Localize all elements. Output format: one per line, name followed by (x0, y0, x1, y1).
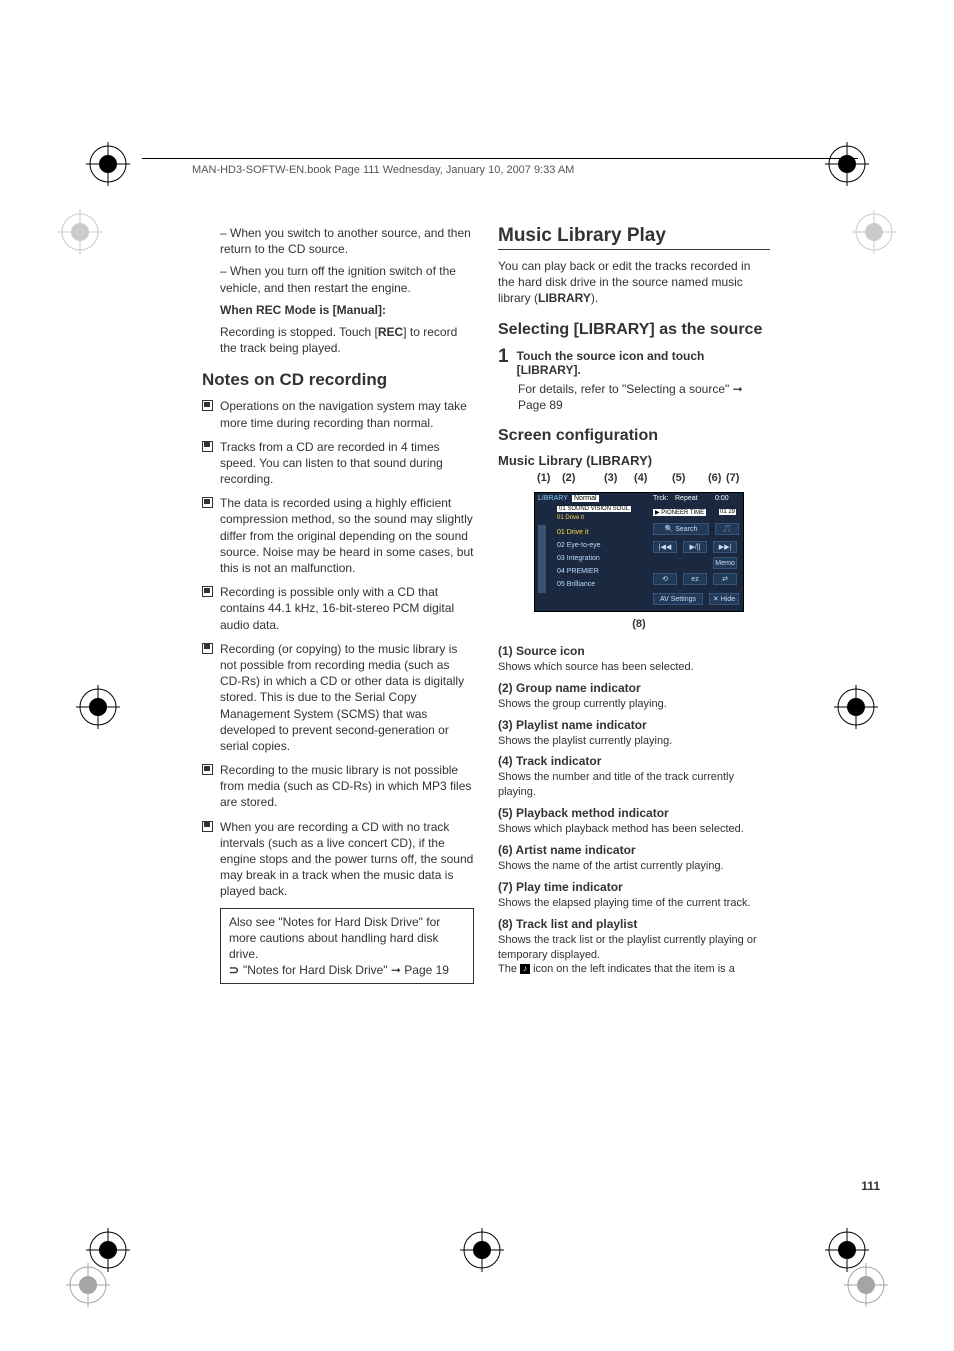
step: 1 Touch the source icon and touch [LIBRA… (498, 347, 770, 377)
page-content: – When you switch to another source, and… (180, 225, 880, 1175)
track-row[interactable]: 03 Integration (557, 555, 600, 562)
item-text: Shows which source has been selected. (498, 660, 770, 675)
callout-label: (5) (672, 472, 685, 484)
registration-mark-icon (86, 142, 130, 186)
list-item: Recording to the music library is not po… (202, 762, 474, 811)
callout-label: (8) (534, 618, 744, 630)
hide-button[interactable]: ✕ Hide (709, 593, 739, 605)
list-item: Operations on the navigation system may … (202, 398, 474, 430)
registration-mark-icon (76, 685, 120, 729)
page-number: 111 (861, 1179, 880, 1193)
group-name: 01 SOUND VISION SOUL (557, 506, 631, 512)
callout-label: (1) (537, 472, 550, 484)
info-crossref: "Notes for Hard Disk Drive" ➞ Page 19 (229, 962, 465, 978)
time-display: 0:00 (715, 495, 729, 502)
search-button[interactable]: 🔍 Search (653, 523, 709, 535)
section-heading: Music Library Play (498, 225, 770, 250)
running-header: MAN-HD3-SOFTW-EN.book Page 111 Wednesday… (192, 164, 574, 176)
track-mode: Repeat (675, 495, 698, 502)
item-heading: (5) Playback method indicator (498, 806, 770, 820)
registration-mark-icon (844, 1263, 888, 1307)
item-heading: (8) Track list and playlist (498, 917, 770, 931)
artist-caption: ▶ PIONEER TIME (653, 509, 706, 516)
track-count: 01 29 (719, 509, 736, 515)
next-button[interactable]: ▶▶| (713, 541, 737, 553)
item-text: Shows the playlist currently playing. (498, 734, 770, 749)
shuffle-button[interactable]: ⇄ (713, 573, 737, 585)
step-number: 1 (498, 347, 509, 377)
info-box: Also see "Notes for Hard Disk Drive" for… (220, 908, 474, 985)
item-heading: (1) Source icon (498, 644, 770, 658)
step-text: Touch the source icon and touch [LIBRARY… (517, 347, 770, 377)
list-item: Recording is possible only with a CD tha… (202, 584, 474, 633)
item-heading: (7) Play time indicator (498, 880, 770, 894)
scroll-up-icon[interactable] (538, 525, 546, 593)
list-item: Tracks from a CD are recorded in 4 times… (202, 439, 474, 488)
body-text-bold: When REC Mode is [Manual]: (220, 302, 474, 318)
item-text: Shows the number and title of the track … (498, 770, 770, 800)
memo-button[interactable]: Memo (713, 557, 737, 569)
ez-button[interactable]: ez (683, 573, 707, 585)
body-text: Recording is stopped. Touch [REC] to rec… (220, 324, 474, 356)
item-heading: (4) Track indicator (498, 754, 770, 768)
item-text: The ♪ icon on the left indicates that th… (498, 962, 770, 977)
source-label: LIBRARY (538, 495, 568, 502)
callout-label: (4) (634, 472, 647, 484)
playlist-name: 01 Drive it (557, 515, 584, 521)
body-text: You can play back or edit the tracks rec… (498, 258, 770, 307)
repeat-button[interactable]: ⟲ (653, 573, 677, 585)
right-column: Music Library Play You can play back or … (498, 225, 770, 977)
callout-label: (7) (726, 472, 739, 484)
item-text: Shows the name of the artist currently p… (498, 859, 770, 874)
section-heading: Notes on CD recording (202, 370, 474, 390)
track-row[interactable]: 04 PREMIER (557, 568, 599, 575)
item-heading: (6) Artist name indicator (498, 843, 770, 857)
subsection-heading: Screen configuration (498, 427, 770, 445)
step-sub: For details, refer to "Selecting a sourc… (518, 381, 770, 413)
track-caption: Trck: (653, 495, 668, 502)
prev-button[interactable]: |◀◀ (653, 541, 677, 553)
item-heading: (2) Group name indicator (498, 681, 770, 695)
list-item: Recording (or copying) to the music libr… (202, 641, 474, 754)
registration-mark-icon (66, 1263, 110, 1307)
item-text: Shows the track list or the playlist cur… (498, 933, 770, 963)
memo-indicator: 🎵 (715, 523, 739, 535)
item-text: Shows the group currently playing. (498, 697, 770, 712)
item-text: Shows which playback method has been sel… (498, 822, 770, 837)
subsection-heading: Selecting [LIBRARY] as the source (498, 321, 770, 339)
track-row[interactable]: 02 Eye-to-eye (557, 542, 601, 549)
figure-caption: Music Library (LIBRARY) (498, 453, 770, 468)
mode-label: Normal (572, 495, 599, 502)
item-heading: (3) Playlist name indicator (498, 718, 770, 732)
registration-mark-icon (460, 1228, 504, 1272)
registration-mark-icon (825, 142, 869, 186)
play-pause-button[interactable]: ▶/|| (683, 541, 707, 553)
body-text: – When you switch to another source, and… (220, 225, 474, 257)
registration-mark-icon (58, 210, 102, 254)
header-rule (142, 158, 858, 159)
bullet-list: Operations on the navigation system may … (202, 398, 474, 899)
item-text: Shows the elapsed playing time of the cu… (498, 896, 770, 911)
note-icon: ♪ (520, 964, 530, 974)
av-settings-button[interactable]: AV Settings (653, 593, 703, 605)
callout-label: (3) (604, 472, 617, 484)
callout-row: (1) (2) (3) (4) (5) (6) (7) (534, 472, 744, 486)
info-text: Also see "Notes for Hard Disk Drive" for… (229, 914, 465, 963)
ui-screenshot: LIBRARY Normal Trck: Repeat 0:00 01 SOUN… (534, 492, 744, 612)
track-row[interactable]: 01 Drive it (557, 529, 589, 536)
track-row[interactable]: 05 Brilliance (557, 581, 595, 588)
left-column: – When you switch to another source, and… (202, 225, 474, 984)
callout-label: (2) (562, 472, 575, 484)
list-item: When you are recording a CD with no trac… (202, 819, 474, 900)
callout-label: (6) (708, 472, 721, 484)
screenshot-figure: LIBRARY Normal Trck: Repeat 0:00 01 SOUN… (534, 492, 770, 612)
body-text: – When you turn off the ignition switch … (220, 263, 474, 295)
list-item: The data is recorded using a highly effi… (202, 495, 474, 576)
